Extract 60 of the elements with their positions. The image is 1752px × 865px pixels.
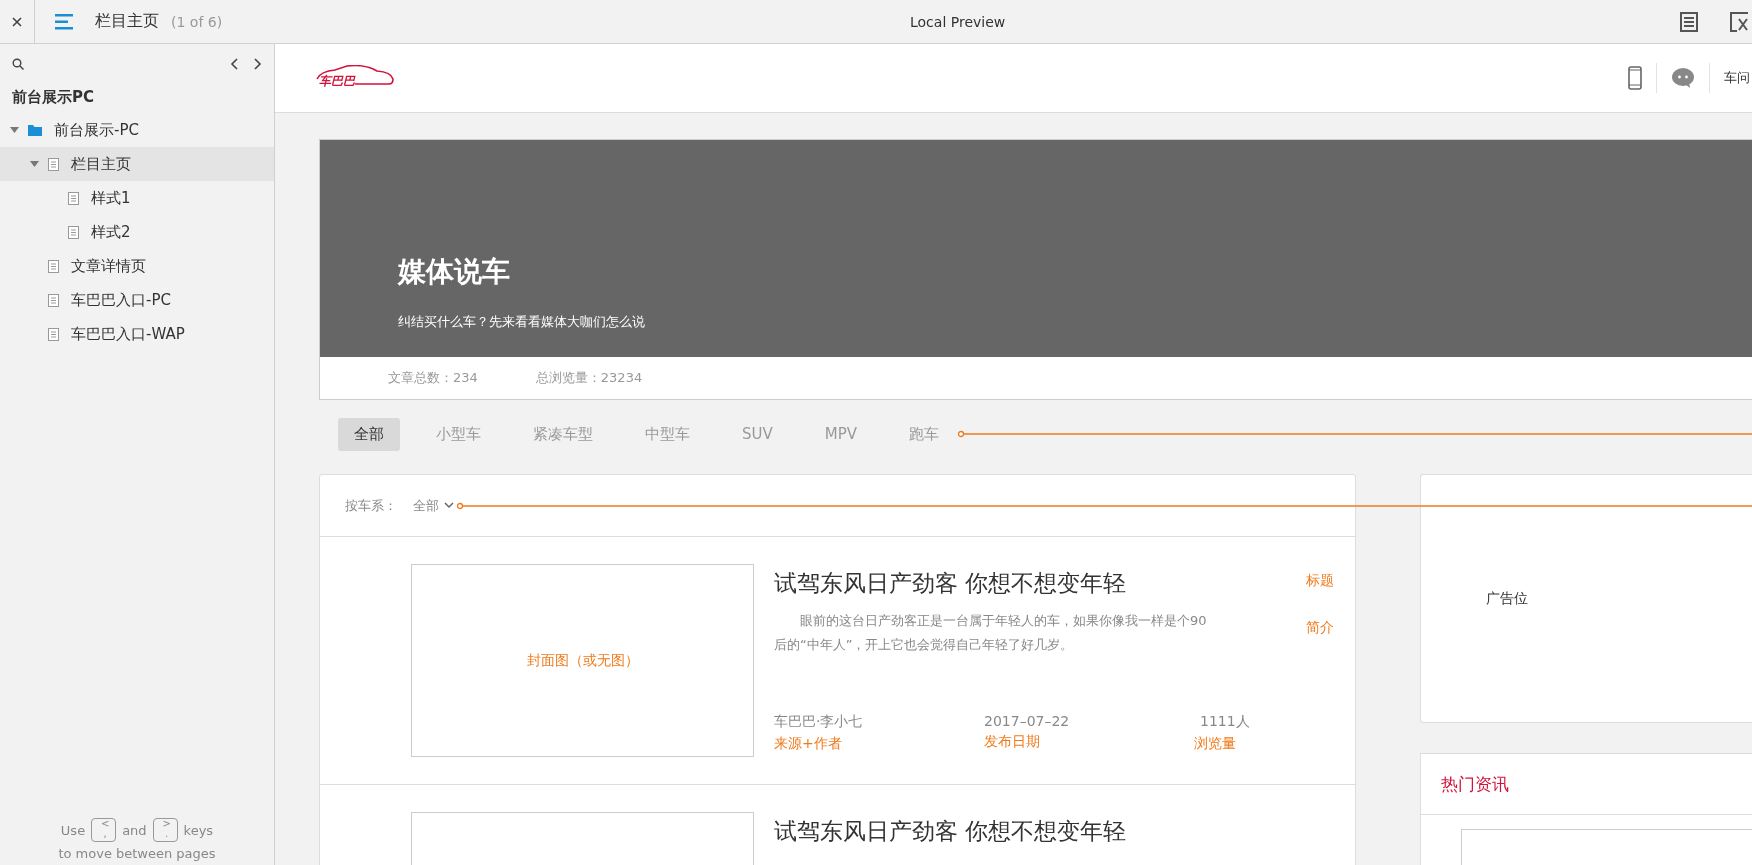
tree-item[interactable]: 车巴巴入口-WAP (71, 324, 185, 344)
article-summary: 眼前的这台日产劲客正是一台属于年轻人的车，如果你像我一样是个90后的“中年人”，开上它也会觉得自己年轻了好几岁。 (774, 612, 1208, 654)
page-icon (48, 327, 59, 341)
banner-title: 媒体说车 (398, 254, 511, 290)
folder-icon (28, 124, 42, 136)
previous-icon[interactable] (230, 58, 238, 70)
expand-arrow-icon[interactable] (30, 161, 39, 167)
view-count: 1111人 (1199, 713, 1251, 731)
category-tab[interactable]: 全部 (338, 417, 400, 451)
stat-text: 总浏览量：23234 (535, 369, 643, 387)
cover-label: 封面图（或无图） (526, 651, 639, 670)
site-logo[interactable]: 车巴巴 (319, 73, 355, 90)
ad-slot-box: 广告位 (1420, 474, 1752, 723)
tree-item[interactable]: 栏目主页 (71, 154, 131, 174)
tree-item[interactable]: 车巴巴入口-PC (71, 290, 171, 310)
close-icon[interactable] (12, 16, 22, 27)
page-count: (1 of 6) (171, 13, 223, 30)
section-title: 热门资讯 (1441, 772, 1509, 796)
annotation-label: 浏览量 (1194, 735, 1237, 753)
preview-title: Local Preview (910, 13, 1006, 30)
page-icon (48, 293, 59, 307)
search-icon[interactable] (12, 58, 24, 70)
hint-text: Use (60, 822, 86, 838)
nav-link[interactable]: 车问 (1724, 69, 1752, 87)
article-title[interactable]: 试驾东风日产劲客 你想不想变年轻 (774, 816, 1127, 847)
expand-arrow-icon[interactable] (10, 127, 19, 133)
page-icon (68, 191, 79, 205)
annotation-label: 发布日期 (984, 733, 1041, 751)
series-dropdown[interactable]: 全部 (413, 496, 454, 515)
hint-text: keys (183, 822, 214, 838)
annotation-label: 简介 (1306, 619, 1334, 637)
filter-label: 按车系： (345, 496, 397, 515)
banner-subtitle: 纠结买什么车？先来看看媒体大咖们怎么说 (398, 313, 646, 331)
annotation-label: 标题 (1306, 572, 1334, 590)
chevron-down-icon (444, 502, 454, 509)
menu-icon[interactable] (55, 13, 75, 30)
tree-item[interactable]: 前台展示-PC (54, 120, 139, 140)
chat-icon[interactable] (1671, 67, 1695, 89)
page-icon (68, 225, 79, 239)
tree-item[interactable]: 文章详情页 (71, 256, 146, 276)
stat-text: 文章总数：234 (388, 369, 478, 387)
tree-item[interactable]: 样式2 (91, 222, 131, 242)
tree-item[interactable]: 样式1 (91, 188, 131, 208)
next-icon[interactable] (254, 58, 262, 70)
page-icon (48, 157, 59, 171)
project-title: 前台展示PC (11, 87, 95, 108)
page-title: 栏目主页 (95, 11, 159, 32)
car-outline-icon (315, 65, 395, 87)
annotation-label: 来源+作者 (774, 735, 843, 753)
key-cap: < , (91, 818, 117, 842)
phone-icon[interactable] (1628, 66, 1642, 90)
article-date: 2017–07–22 (984, 713, 1071, 729)
hint-text: and (122, 822, 147, 838)
page-icon (48, 259, 59, 273)
article-source: 车巴巴·李小七 (774, 713, 864, 731)
article-title[interactable]: 试驾东风日产劲客 你想不想变年轻 (774, 568, 1127, 599)
notes-icon[interactable] (1680, 11, 1698, 32)
hint-text: to move between pages (57, 846, 217, 861)
variable-icon[interactable] (1730, 11, 1750, 32)
key-cap: > . (152, 818, 178, 842)
